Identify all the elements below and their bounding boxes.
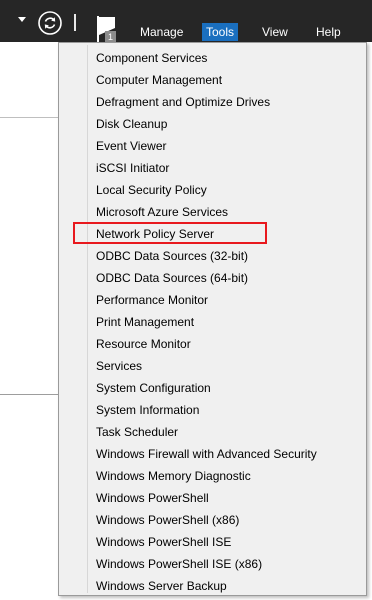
background-panel-bottom	[0, 395, 58, 600]
server-manager-header: 1 Manage Tools View Help	[0, 0, 372, 42]
menu-item-odbc-32[interactable]: ODBC Data Sources (32-bit)	[59, 245, 366, 267]
toolbar-separator	[74, 14, 76, 31]
menu-item-system-configuration[interactable]: System Configuration	[59, 377, 366, 399]
tools-menu-list: Component Services Computer Management D…	[59, 47, 366, 597]
menu-item-windows-firewall[interactable]: Windows Firewall with Advanced Security	[59, 443, 366, 465]
background-panel-main	[0, 118, 58, 395]
menu-item-computer-management[interactable]: Computer Management	[59, 69, 366, 91]
menu-item-task-scheduler[interactable]: Task Scheduler	[59, 421, 366, 443]
menu-tools[interactable]: Tools	[202, 23, 239, 41]
menu-item-event-viewer[interactable]: Event Viewer	[59, 135, 366, 157]
menu-item-system-information[interactable]: System Information	[59, 399, 366, 421]
menu-item-disk-cleanup[interactable]: Disk Cleanup	[59, 113, 366, 135]
notification-count: 1	[108, 32, 113, 42]
menu-item-powershell-ise[interactable]: Windows PowerShell ISE	[59, 531, 366, 553]
menu-item-powershell[interactable]: Windows PowerShell	[59, 487, 366, 509]
tools-dropdown-menu: Component Services Computer Management D…	[58, 42, 367, 596]
menu-item-performance-monitor[interactable]: Performance Monitor	[59, 289, 366, 311]
menu-manage[interactable]: Manage	[136, 23, 187, 41]
background-panel-top	[0, 42, 58, 118]
menu-view[interactable]: View	[258, 23, 292, 41]
menu-item-defragment-drives[interactable]: Defragment and Optimize Drives	[59, 91, 366, 113]
notifications-flag-icon[interactable]: 1	[95, 16, 117, 42]
menu-item-odbc-64[interactable]: ODBC Data Sources (64-bit)	[59, 267, 366, 289]
menu-item-iscsi-initiator[interactable]: iSCSI Initiator	[59, 157, 366, 179]
menu-item-network-policy-server[interactable]: Network Policy Server	[59, 223, 366, 245]
menu-help[interactable]: Help	[312, 23, 345, 41]
menu-item-memory-diagnostic[interactable]: Windows Memory Diagnostic	[59, 465, 366, 487]
menu-item-server-backup[interactable]: Windows Server Backup	[59, 575, 366, 597]
menu-item-component-services[interactable]: Component Services	[59, 47, 366, 69]
menu-item-services[interactable]: Services	[59, 355, 366, 377]
menu-item-powershell-x86[interactable]: Windows PowerShell (x86)	[59, 509, 366, 531]
menu-item-resource-monitor[interactable]: Resource Monitor	[59, 333, 366, 355]
menu-item-print-management[interactable]: Print Management	[59, 311, 366, 333]
menu-item-local-security-policy[interactable]: Local Security Policy	[59, 179, 366, 201]
menu-item-powershell-ise-x86[interactable]: Windows PowerShell ISE (x86)	[59, 553, 366, 575]
dropdown-arrow-icon[interactable]	[18, 17, 26, 22]
refresh-icon[interactable]	[37, 10, 63, 36]
menu-item-azure-services[interactable]: Microsoft Azure Services	[59, 201, 366, 223]
